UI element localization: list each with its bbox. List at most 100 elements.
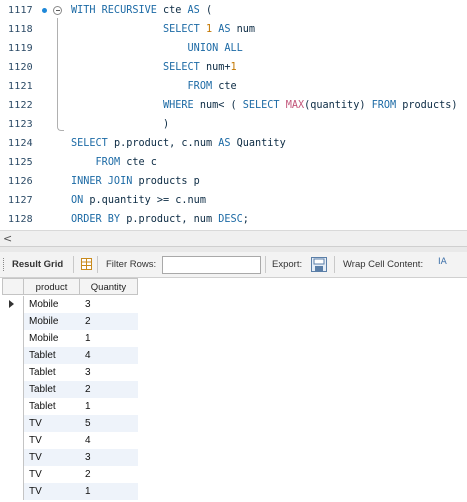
sql-text: num< (	[193, 100, 243, 111]
filter-rows-input[interactable]	[162, 256, 261, 274]
cell-quantity[interactable]: 4	[85, 432, 137, 449]
sql-keyword: SELECT	[71, 138, 108, 149]
line-number: 1118	[8, 24, 33, 35]
sql-editor[interactable]: 1117 WITH RECURSIVE cte AS (1118 SELECT 1…	[0, 0, 467, 230]
editor-line[interactable]: 1128 ORDER BY p.product, num DESC;	[0, 211, 467, 230]
export-label: Export:	[272, 259, 303, 270]
code-text: )	[71, 119, 169, 130]
sql-text: p.quantity >= c.num	[83, 195, 206, 206]
editor-line[interactable]: 1126 INNER JOIN products p	[0, 173, 467, 192]
row-header[interactable]	[2, 330, 24, 347]
row-header[interactable]	[2, 432, 24, 449]
line-number: 1124	[8, 138, 33, 149]
code-text: INNER JOIN products p	[71, 176, 200, 187]
cell-quantity[interactable]: 2	[85, 381, 137, 398]
row-header[interactable]	[2, 313, 24, 330]
cell-quantity[interactable]: 5	[85, 415, 137, 432]
sql-keyword: WHERE	[163, 100, 194, 111]
export-icon[interactable]	[311, 257, 327, 272]
cell-product[interactable]: TV	[29, 466, 79, 483]
row-header[interactable]	[2, 415, 24, 432]
grid-corner[interactable]	[2, 278, 24, 295]
current-row-icon	[9, 300, 14, 308]
line-number: 1126	[8, 176, 33, 187]
row-header[interactable]	[2, 364, 24, 381]
code-text: SELECT num+1	[71, 62, 237, 73]
sql-keyword: FROM	[95, 157, 121, 168]
cell-product[interactable]: Mobile	[29, 296, 79, 313]
editor-line[interactable]: 1119 UNION ALL	[0, 40, 467, 59]
wrap-text-icon[interactable]: IA	[438, 257, 447, 267]
cell-product[interactable]: TV	[29, 483, 79, 500]
column-header-product[interactable]: product	[24, 278, 80, 295]
cell-quantity[interactable]: 4	[85, 347, 137, 364]
editor-line[interactable]: 1124 SELECT p.product, c.num AS Quantity	[0, 135, 467, 154]
row-header[interactable]	[2, 449, 24, 466]
cell-product[interactable]: Tablet	[29, 347, 79, 364]
row-header[interactable]	[2, 398, 24, 415]
grid-layout-icon[interactable]	[81, 258, 92, 270]
line-number: 1127	[8, 195, 33, 206]
cell-quantity[interactable]: 1	[85, 330, 137, 347]
result-grid-tab[interactable]: Result Grid	[12, 259, 63, 270]
cell-product[interactable]: Tablet	[29, 398, 79, 415]
cell-quantity[interactable]: 3	[85, 364, 137, 381]
code-text: UNION ALL	[71, 43, 243, 54]
editor-line[interactable]: 1123 )	[0, 116, 467, 135]
row-header[interactable]	[2, 296, 24, 313]
cell-product[interactable]: TV	[29, 449, 79, 466]
sql-text: num	[230, 24, 256, 35]
sql-keyword: ORDER BY	[71, 214, 121, 225]
editor-line[interactable]: 1122 WHERE num< ( SELECT MAX(quantity) F…	[0, 97, 467, 116]
code-text: SELECT 1 AS num	[71, 24, 255, 35]
editor-line[interactable]: 1127 ON p.quantity >= c.num	[0, 192, 467, 211]
sql-function: MAX	[285, 100, 305, 111]
cell-product[interactable]: Mobile	[29, 330, 79, 347]
editor-line[interactable]: 1125 FROM cte c	[0, 154, 467, 173]
row-header[interactable]	[2, 466, 24, 483]
sql-text: (quantity)	[304, 100, 372, 111]
sql-text: p.product, c.num	[107, 138, 219, 149]
cell-quantity[interactable]: 2	[85, 313, 137, 330]
editor-line[interactable]: 1118 SELECT 1 AS num	[0, 21, 467, 40]
cell-quantity[interactable]: 2	[85, 466, 137, 483]
cell-product[interactable]: TV	[29, 415, 79, 432]
sql-number: 1	[230, 62, 237, 73]
line-number: 1117	[8, 5, 33, 16]
cell-product[interactable]: TV	[29, 432, 79, 449]
toolbar-grip[interactable]	[3, 258, 6, 271]
code-text: ORDER BY p.product, num DESC;	[71, 214, 249, 225]
cell-quantity[interactable]: 1	[85, 483, 137, 500]
sql-text: cte c	[120, 157, 157, 168]
row-header[interactable]	[2, 381, 24, 398]
column-header-quantity[interactable]: Quantity	[80, 278, 138, 295]
code-text: SELECT p.product, c.num AS Quantity	[71, 138, 286, 149]
wrap-cell-content-label: Wrap Cell Content:	[343, 259, 424, 270]
editor-horizontal-scrollbar[interactable]: <	[0, 230, 467, 246]
cell-quantity[interactable]: 1	[85, 398, 137, 415]
sql-text: num+	[199, 62, 231, 73]
cell-product[interactable]: Mobile	[29, 313, 79, 330]
sql-text: cte	[212, 81, 237, 92]
sql-keyword: DESC	[218, 214, 243, 225]
cell-quantity[interactable]: 3	[85, 296, 137, 313]
sql-text: )	[163, 119, 170, 130]
scroll-left-icon[interactable]: <	[3, 232, 12, 245]
editor-line[interactable]: 1121 FROM cte	[0, 78, 467, 97]
code-text: WHERE num< ( SELECT MAX(quantity) FROM p…	[71, 100, 457, 111]
sql-text: cte	[156, 5, 188, 16]
row-header[interactable]	[2, 483, 24, 500]
line-number: 1125	[8, 157, 33, 168]
sql-keyword: INNER JOIN	[71, 176, 133, 187]
editor-line[interactable]: 1117 WITH RECURSIVE cte AS (	[0, 2, 467, 21]
cell-product[interactable]: Tablet	[29, 364, 79, 381]
code-text: ON p.quantity >= c.num	[71, 195, 206, 206]
cell-product[interactable]: Tablet	[29, 381, 79, 398]
sql-keyword: ON	[71, 195, 84, 206]
result-grid: product Quantity Mobile 3 Mobile 2 Mobile 1 Ta…	[0, 278, 467, 502]
row-header[interactable]	[2, 347, 24, 364]
cell-quantity[interactable]: 3	[85, 449, 137, 466]
editor-line[interactable]: 1120 SELECT num+1	[0, 59, 467, 78]
